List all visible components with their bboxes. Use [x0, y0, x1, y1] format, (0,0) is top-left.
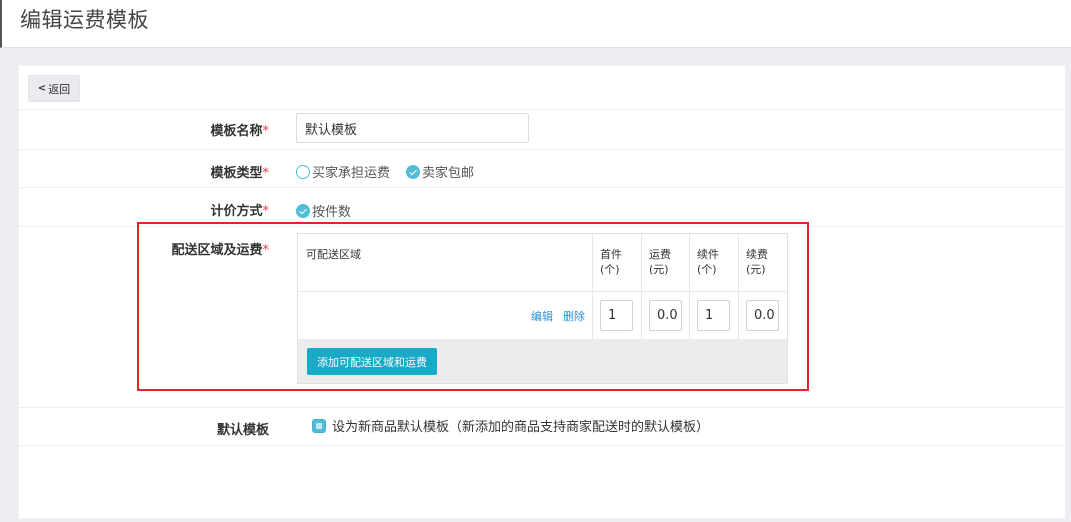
pricing-method-label-text: 计价方式 [210, 204, 263, 219]
header-extra-fee: 续费 (元) [738, 234, 787, 291]
first-item-input[interactable] [600, 300, 633, 331]
divider [19, 445, 1065, 446]
page-header: 编辑运费模板 [0, 0, 1071, 48]
radio-buyer-pays[interactable]: 买家承担运费 [296, 162, 390, 181]
header-first-item: 首件 (个) [592, 234, 641, 291]
cell-first-item [592, 292, 641, 339]
edit-link[interactable]: 编辑 [531, 308, 553, 324]
first-fee-input[interactable] [649, 300, 682, 331]
radio-label: 卖家包邮 [422, 166, 475, 181]
table-footer: 添加可配送区域和运费 [298, 339, 787, 383]
extra-fee-input[interactable] [746, 300, 779, 331]
cell-extra-fee [738, 292, 787, 339]
divider [19, 149, 1065, 150]
checkbox-icon [312, 418, 326, 433]
radio-by-piece[interactable]: 按件数 [296, 201, 351, 220]
header-extra-item: 续件 (个) [689, 234, 738, 291]
pricing-radio-group: 按件数 [296, 201, 367, 220]
delete-link[interactable]: 删除 [563, 308, 585, 324]
page-title: 编辑运费模板 [20, 8, 149, 32]
cell-extra-item [689, 292, 738, 339]
template-type-radio-group: 买家承担运费 卖家包邮 [296, 162, 490, 181]
required-mark: * [262, 166, 270, 181]
template-type-label-text: 模板类型 [210, 166, 263, 181]
form-panel: < 返回 模板名称* 模板类型* 买家承担运费 卖家包邮 计价方式* 按件数 [19, 66, 1065, 518]
pricing-method-label: 计价方式* [210, 200, 269, 219]
header-region: 可配送区域 [306, 248, 361, 261]
radio-checked-icon [296, 203, 310, 218]
header-first-fee: 运费 (元) [641, 234, 689, 291]
required-mark: * [262, 243, 270, 258]
checkbox-label: 设为新商品默认模板（新添加的商品支持商家配送时的默认模板） [332, 420, 710, 435]
extra-item-input[interactable] [697, 300, 730, 331]
chevron-left-icon: < [37, 83, 47, 94]
default-template-checkbox[interactable]: 设为新商品默认模板（新添加的商品支持商家配送时的默认模板） [312, 416, 709, 435]
add-shipping-region-button[interactable]: 添加可配送区域和运费 [307, 348, 437, 375]
radio-label: 按件数 [312, 205, 352, 220]
shipping-region-label: 配送区域及运费* [171, 239, 269, 258]
template-name-label: 模板名称* [210, 120, 269, 139]
radio-checked-icon [406, 164, 421, 179]
default-template-label: 默认模板 [217, 419, 269, 438]
radio-label: 买家承担运费 [312, 166, 391, 181]
template-type-label: 模板类型* [210, 162, 269, 181]
cell-first-fee [641, 292, 689, 339]
template-name-label-text: 模板名称 [210, 124, 263, 139]
radio-seller-free-shipping[interactable]: 卖家包邮 [406, 162, 474, 181]
divider [19, 407, 1065, 408]
shipping-table: 可配送区域 首件 (个) 运费 (元) 续件 (个) 续费 (元) 编辑 删除 … [297, 233, 788, 384]
required-mark: * [262, 124, 270, 139]
divider [19, 109, 1065, 110]
table-row-actions: 编辑 删除 [298, 292, 592, 339]
template-name-input[interactable] [296, 113, 529, 143]
shipping-region-label-text: 配送区域及运费 [171, 243, 263, 258]
divider [19, 187, 1065, 188]
default-template-label-text: 默认模板 [216, 423, 269, 438]
back-button[interactable]: < 返回 [28, 75, 80, 102]
radio-circle-icon [296, 164, 310, 179]
back-button-label: 返回 [48, 82, 71, 96]
required-mark: * [262, 204, 270, 219]
